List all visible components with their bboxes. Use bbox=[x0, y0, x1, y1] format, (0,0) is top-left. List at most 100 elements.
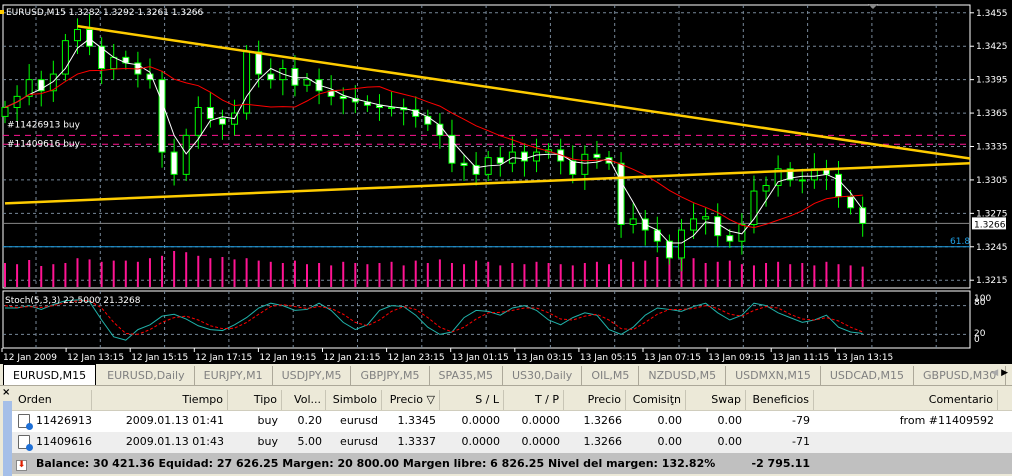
tab-eurjpy-m1[interactable]: EURJPY,M1 bbox=[193, 366, 272, 385]
column-header[interactable]: Vol... bbox=[282, 390, 326, 410]
column-header[interactable]: Precio bbox=[564, 390, 626, 410]
candle-body bbox=[581, 153, 589, 175]
tab-eurusd-m15[interactable]: EURUSD,M15 bbox=[3, 364, 97, 385]
table-cell: 0.0000 bbox=[521, 435, 561, 448]
time-label: 12 Jan 2009 bbox=[3, 353, 57, 363]
column-header[interactable]: Comisiţn bbox=[626, 390, 686, 410]
candle-body bbox=[388, 107, 396, 110]
order-icon bbox=[18, 414, 33, 430]
column-header[interactable]: Beneficios bbox=[746, 390, 814, 410]
candle-body bbox=[86, 29, 94, 47]
candle-body bbox=[194, 107, 202, 136]
column-header[interactable]: Simbolo bbox=[326, 390, 382, 410]
table-cell: 2009.01.13 01:43 bbox=[125, 435, 224, 448]
tab-scroll-arrows[interactable]: ◀ ▶ bbox=[991, 368, 1008, 378]
close-icon[interactable]: × bbox=[2, 387, 10, 398]
candle-body bbox=[798, 179, 806, 182]
table-cell: 0.00 bbox=[657, 435, 683, 448]
candle-body bbox=[218, 118, 226, 125]
table-cell: -79 bbox=[792, 414, 810, 427]
candle-body bbox=[339, 95, 347, 100]
tab-oil-m5[interactable]: OIL,M5 bbox=[581, 366, 638, 385]
candle-body bbox=[593, 153, 601, 159]
tab-usdjpy-m5[interactable]: USDJPY,M5 bbox=[271, 366, 351, 385]
table-cell: 1.3266 bbox=[583, 414, 623, 427]
table-row[interactable]: 11409616 2009.01.13 01:43 buy 5.00 eurusd 1.3… bbox=[12, 432, 1012, 453]
table-cell bbox=[814, 432, 998, 453]
column-header[interactable]: Precio ▽ bbox=[382, 390, 440, 410]
candle-body bbox=[460, 162, 468, 166]
order-label: #11426913 buy bbox=[7, 120, 81, 130]
price-chart[interactable]: 1.3455 1.3425 1.3395 1.3365 1.3335 1.3305 1.32… bbox=[0, 0, 1012, 364]
time-label: 12 Jan 19:15 bbox=[259, 353, 316, 363]
table-cell: eurusd bbox=[340, 414, 378, 427]
chart-tabs: EURUSD,M15 EURUSD,Daily EURJPY,M1 USDJPY,M5… bbox=[0, 364, 1012, 386]
total-profit: -2 795.11 bbox=[751, 457, 811, 470]
price-tick-label: 1.3305 bbox=[976, 176, 1008, 186]
terminal-label-strip bbox=[3, 401, 12, 476]
current-price-label: 1.3266 bbox=[974, 220, 1006, 230]
column-header[interactable]: S / L bbox=[440, 390, 504, 410]
time-label: 12 Jan 23:15 bbox=[388, 353, 445, 363]
tab-gbpjpy-m5[interactable]: GBPJPY,M5 bbox=[350, 366, 428, 385]
arrow-right-icon[interactable]: ▶ bbox=[1001, 368, 1008, 378]
candle-body bbox=[714, 216, 722, 237]
table-cell: 1.3266 bbox=[583, 435, 623, 448]
price-tick-label: 1.3215 bbox=[976, 276, 1008, 286]
candle-body bbox=[702, 216, 710, 220]
fibo-label: 61.8 bbox=[950, 237, 970, 247]
tab-nzdusd-m5[interactable]: NZDUSD,M5 bbox=[638, 366, 725, 385]
tab-eurusd-daily[interactable]: EURUSD,Daily bbox=[98, 366, 193, 385]
title-marker bbox=[0, 10, 4, 14]
balance-summary: Balance: 30 421.36 Equidad: 27 626.25 Ma… bbox=[36, 457, 716, 470]
table-cell: 0.0000 bbox=[461, 414, 501, 427]
candle-body bbox=[496, 157, 504, 164]
time-label: 12 Jan 15:15 bbox=[131, 353, 188, 363]
stoch-tick-label: 0 bbox=[974, 335, 980, 345]
order-label: #11409616 buy bbox=[7, 139, 81, 149]
tab-usdmxn-m15[interactable]: USDMXN,M15 bbox=[725, 366, 820, 385]
table-header: Orden Tiempo Tipo Vol... Simbolo Precio ▽ S / … bbox=[12, 390, 1012, 411]
time-label: 13 Jan 01:15 bbox=[452, 353, 509, 363]
candle-body bbox=[73, 29, 81, 42]
candle-body bbox=[726, 235, 734, 242]
column-header[interactable]: Swap bbox=[686, 390, 746, 410]
tab-us30-daily[interactable]: US30,Daily bbox=[501, 366, 581, 385]
candle-body bbox=[472, 164, 480, 175]
column-header[interactable]: Tipo bbox=[228, 390, 282, 410]
candle-body bbox=[629, 218, 637, 225]
order-icon bbox=[18, 435, 33, 451]
tab-usdcad-m15[interactable]: USDCAD,M15 bbox=[819, 366, 913, 385]
table-row[interactable]: 11426913 2009.01.13 01:41 buy 0.20 eurusd 1.3… bbox=[12, 411, 1012, 432]
table-cell: from #11409592 bbox=[899, 414, 994, 427]
candle-body bbox=[1, 107, 9, 117]
table-cell: 0.0000 bbox=[521, 414, 561, 427]
time-label: 13 Jan 13:15 bbox=[836, 353, 893, 363]
candle-body bbox=[424, 115, 432, 125]
time-label: 13 Jan 11:15 bbox=[772, 353, 829, 363]
arrow-left-icon[interactable]: ◀ bbox=[991, 368, 998, 378]
chart-canvas[interactable]: 1.3455 1.3425 1.3395 1.3365 1.3335 1.3305 1.32… bbox=[0, 0, 1012, 364]
chart-shift-icon bbox=[868, 4, 878, 9]
candle-body bbox=[690, 218, 698, 231]
price-tick-label: 1.3245 bbox=[976, 243, 1008, 253]
column-header[interactable]: Orden bbox=[12, 390, 92, 410]
candle-body bbox=[182, 134, 190, 175]
candle-body bbox=[520, 151, 528, 162]
table-cell: 2009.01.13 01:41 bbox=[125, 414, 224, 427]
time-label: 12 Jan 17:15 bbox=[195, 353, 252, 363]
column-header[interactable]: T / P bbox=[504, 390, 564, 410]
balance-arrow-icon: ⬇ bbox=[16, 460, 27, 471]
column-header[interactable]: Comentario bbox=[814, 390, 998, 410]
candle-body bbox=[255, 51, 263, 75]
tab-spa35-m5[interactable]: SPA35,M5 bbox=[428, 366, 502, 385]
table-cell: 0.00 bbox=[657, 414, 683, 427]
table-cell: buy bbox=[257, 414, 278, 427]
candle-body bbox=[617, 162, 625, 225]
column-header[interactable]: Tiempo bbox=[92, 390, 228, 410]
price-tick-label: 1.3455 bbox=[976, 9, 1008, 19]
terminal-sidebar: × bbox=[0, 387, 12, 476]
price-tick-label: 1.3335 bbox=[976, 143, 1008, 153]
ma-fast-line bbox=[4, 38, 864, 244]
price-tick-label: 1.3395 bbox=[976, 76, 1008, 86]
